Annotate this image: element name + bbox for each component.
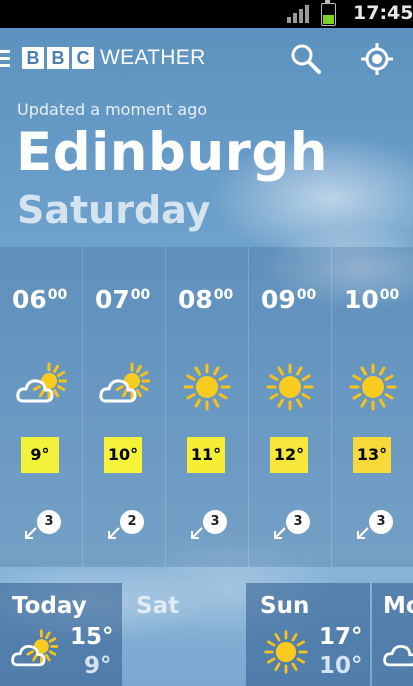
hour-label: 0900 [261,285,317,314]
wind-speed: 3 [286,510,310,534]
day-name: Sun [260,593,310,619]
day-low-temp: 10° [319,653,363,679]
wind-indicator: 3 [22,510,70,550]
day-name: Today [12,593,87,619]
temperature-badge: 9° [21,437,59,473]
updated-text: Updated a moment ago [17,100,208,119]
sun-cloud-icon [10,628,62,676]
sun-cloud-icon [98,361,151,413]
temperature-badge: 13° [353,437,391,473]
day-high-temp: 17° [319,624,363,650]
day-name: Mo [383,593,413,619]
wind-indicator: 3 [188,510,236,550]
sun-cloud-icon [15,361,68,413]
day-name: Sat [136,593,180,619]
hour-column[interactable]: 0800 11° 3 [166,247,249,567]
sun-icon [264,361,316,413]
hour-column[interactable]: 1000 13° 3 [332,247,413,567]
menu-icon[interactable] [0,50,10,68]
hour-column[interactable]: 0600 9° 3 [0,247,83,567]
day-card-today[interactable]: Today 15° 9° [0,583,122,686]
day-card-sun[interactable]: Sun 17° 10° [246,583,370,686]
signal-icon [287,5,309,23]
sun-icon [347,361,399,413]
status-time: 17:45 [353,2,413,24]
brand-title: WEATHER [100,46,206,69]
temperature-badge: 10° [104,437,142,473]
logo-letter: B [22,47,44,69]
hour-label: 0800 [178,285,234,314]
daily-forecast-strip[interactable]: Today 15° 9° Sat Sun 17° 10° Mo [0,583,413,686]
wind-speed: 3 [369,510,393,534]
wind-speed: 3 [37,510,61,534]
search-icon [291,44,321,74]
search-button[interactable] [288,41,324,77]
wind-speed: 2 [120,510,144,534]
locate-button[interactable] [359,41,395,77]
hour-column[interactable]: 0700 10° 2 [83,247,166,567]
wind-speed: 3 [203,510,227,534]
day-low-temp: 9° [84,653,112,679]
logo-letter: B [47,47,69,69]
selected-day: Saturday [17,188,211,232]
hourly-forecast[interactable]: 0600 9° 3 0700 10° 2 0800 11° 3 0900 12°… [0,247,413,567]
logo-letter: C [72,47,94,69]
location-target-icon [361,43,393,75]
cloud-icon [382,628,413,676]
temperature-badge: 12° [270,437,308,473]
sun-icon [262,628,314,676]
sun-icon [181,361,233,413]
hour-column[interactable]: 0900 12° 3 [249,247,332,567]
day-card-sat[interactable]: Sat [122,583,246,686]
location-name: Edinburgh [16,122,329,183]
hour-label: 1000 [344,285,400,314]
bbc-logo: B B C [22,47,94,69]
battery-icon [321,0,336,26]
temperature-badge: 11° [187,437,225,473]
wind-indicator: 2 [105,510,153,550]
wind-indicator: 3 [354,510,402,550]
day-card-mon[interactable]: Mo [372,583,413,686]
hour-label: 0700 [95,285,151,314]
wind-indicator: 3 [271,510,319,550]
day-high-temp: 15° [70,624,114,650]
hour-label: 0600 [12,285,68,314]
status-bar: 17:45 [0,0,413,28]
